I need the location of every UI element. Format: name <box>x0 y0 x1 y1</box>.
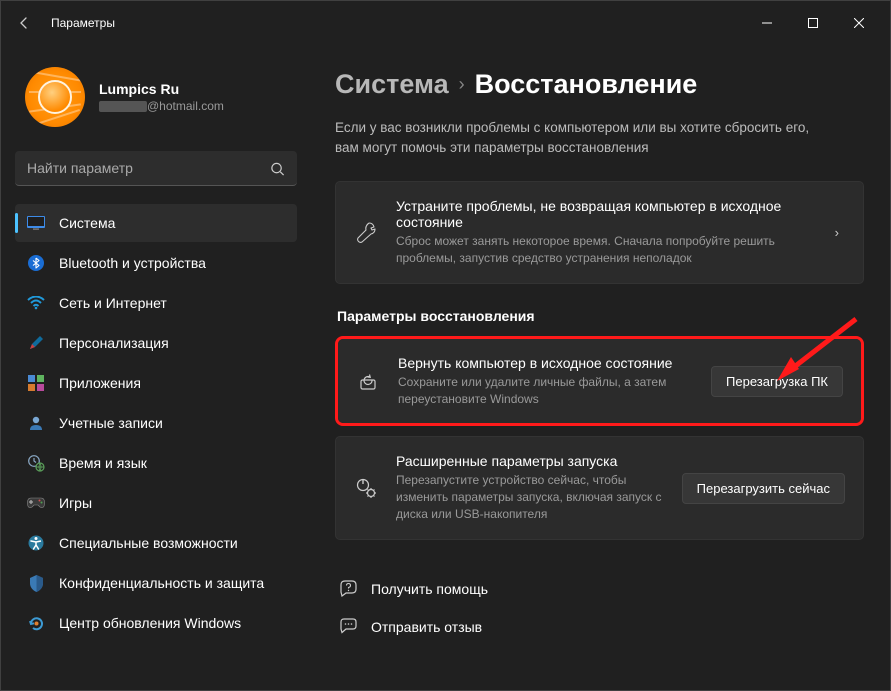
update-icon <box>27 614 45 632</box>
avatar <box>25 67 85 127</box>
restart-now-button[interactable]: Перезагрузить сейчас <box>682 473 845 504</box>
search-input[interactable] <box>15 151 297 186</box>
highlight-annotation: Вернуть компьютер в исходное состояние С… <box>335 336 864 427</box>
page-subtitle: Если у вас возникли проблемы с компьютер… <box>335 118 835 157</box>
sidebar-item-label: Приложения <box>59 375 141 391</box>
close-button[interactable] <box>836 7 882 39</box>
sidebar-item-gaming[interactable]: Игры <box>15 484 297 522</box>
breadcrumb-parent[interactable]: Система <box>335 69 449 100</box>
window-title: Параметры <box>51 16 744 30</box>
wrench-icon <box>354 220 378 244</box>
reset-icon <box>356 369 380 393</box>
help-icon <box>339 580 357 598</box>
sidebar-item-apps[interactable]: Приложения <box>15 364 297 402</box>
sidebar-item-label: Система <box>59 215 115 231</box>
display-icon <box>27 214 45 232</box>
section-title: Параметры восстановления <box>337 308 864 324</box>
sidebar-item-label: Конфиденциальность и защита <box>59 575 264 591</box>
breadcrumb-current: Восстановление <box>475 69 698 100</box>
advanced-startup-card: Расширенные параметры запуска Перезапуст… <box>335 436 864 539</box>
sidebar-item-accessibility[interactable]: Специальные возможности <box>15 524 297 562</box>
sidebar-item-privacy[interactable]: Конфиденциальность и защита <box>15 564 297 602</box>
profile-email: @hotmail.com <box>99 99 224 113</box>
card-title: Устраните проблемы, не возвращая компьют… <box>396 198 811 230</box>
sidebar-item-label: Учетные записи <box>59 415 163 431</box>
card-desc: Сброс может занять некоторое время. Снач… <box>396 233 811 267</box>
reset-pc-button[interactable]: Перезагрузка ПК <box>711 366 843 397</box>
profile-block[interactable]: Lumpics Ru @hotmail.com <box>15 45 297 145</box>
card-title: Вернуть компьютер в исходное состояние <box>398 355 693 371</box>
card-title: Расширенные параметры запуска <box>396 453 664 469</box>
send-feedback-link[interactable]: Отправить отзыв <box>335 608 864 646</box>
chevron-right-icon: › <box>459 74 465 95</box>
apps-icon <box>27 374 45 392</box>
get-help-link[interactable]: Получить помощь <box>335 570 864 608</box>
sidebar-item-system[interactable]: Система <box>15 204 297 242</box>
reset-pc-card: Вернуть компьютер в исходное состояние С… <box>338 339 861 424</box>
feedback-icon <box>339 618 357 636</box>
paintbrush-icon <box>27 334 45 352</box>
sidebar-item-label: Bluetooth и устройства <box>59 255 206 271</box>
search-icon <box>270 161 285 176</box>
power-gear-icon <box>354 476 378 500</box>
back-button[interactable] <box>9 8 39 38</box>
sidebar-item-label: Время и язык <box>59 455 147 471</box>
nav: Система Bluetooth и устройства Сеть и Ин… <box>15 204 297 642</box>
minimize-button[interactable] <box>744 7 790 39</box>
card-desc: Перезапустите устройство сейчас, чтобы и… <box>396 472 664 522</box>
sidebar-item-label: Сеть и Интернет <box>59 295 167 311</box>
clock-globe-icon <box>27 454 45 472</box>
bluetooth-icon <box>27 254 45 272</box>
sidebar: Lumpics Ru @hotmail.com Система Bluetoot… <box>1 45 311 690</box>
sidebar-item-label: Специальные возможности <box>59 535 238 551</box>
window-controls <box>744 7 882 39</box>
accessibility-icon <box>27 534 45 552</box>
sidebar-item-label: Персонализация <box>59 335 169 351</box>
profile-name: Lumpics Ru <box>99 81 224 97</box>
person-icon <box>27 414 45 432</box>
link-label: Получить помощь <box>371 581 488 597</box>
shield-icon <box>27 574 45 592</box>
card-desc: Сохраните или удалите личные файлы, а за… <box>398 374 693 408</box>
sidebar-item-bluetooth[interactable]: Bluetooth и устройства <box>15 244 297 282</box>
sidebar-item-time[interactable]: Время и язык <box>15 444 297 482</box>
titlebar: Параметры <box>1 1 890 45</box>
link-label: Отправить отзыв <box>371 619 482 635</box>
sidebar-item-label: Игры <box>59 495 92 511</box>
sidebar-item-label: Центр обновления Windows <box>59 615 241 631</box>
sidebar-item-accounts[interactable]: Учетные записи <box>15 404 297 442</box>
sidebar-item-update[interactable]: Центр обновления Windows <box>15 604 297 642</box>
wifi-icon <box>27 294 45 312</box>
gamepad-icon <box>27 494 45 512</box>
search-box[interactable] <box>15 151 297 186</box>
sidebar-item-network[interactable]: Сеть и Интернет <box>15 284 297 322</box>
settings-window: Параметры Lumpics Ru @hotmail.com <box>0 0 891 691</box>
breadcrumb: Система › Восстановление <box>335 69 864 100</box>
chevron-right-icon: › <box>829 225 845 240</box>
main-content: Система › Восстановление Если у вас возн… <box>311 45 890 690</box>
troubleshoot-card[interactable]: Устраните проблемы, не возвращая компьют… <box>335 181 864 284</box>
maximize-button[interactable] <box>790 7 836 39</box>
sidebar-item-personalization[interactable]: Персонализация <box>15 324 297 362</box>
